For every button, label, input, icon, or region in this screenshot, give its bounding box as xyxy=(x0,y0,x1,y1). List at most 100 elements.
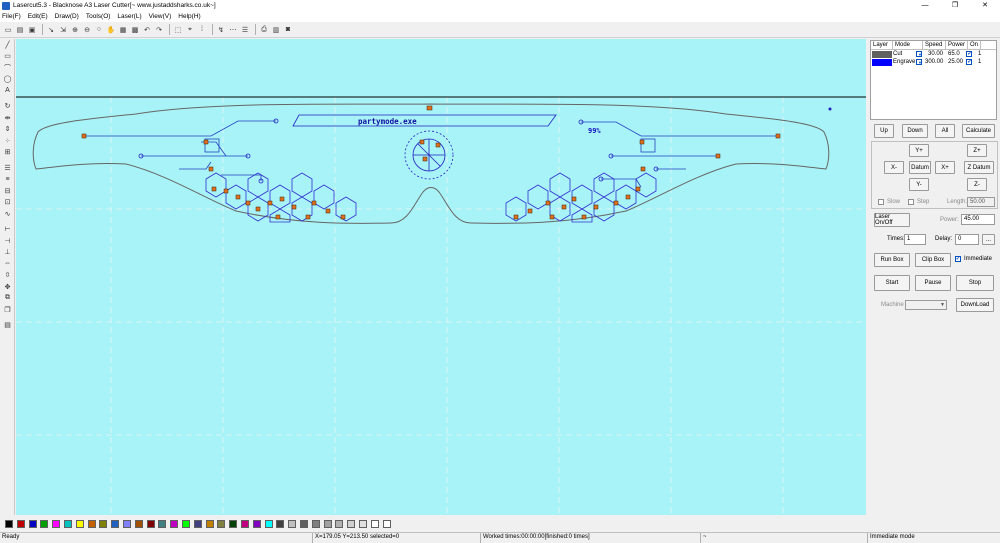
layer-row-engrave[interactable]: Engrave ▼ 300.00 25.00 ✔ 1 xyxy=(871,58,996,66)
palette-swatch[interactable] xyxy=(264,519,273,528)
save-icon[interactable]: ▣ xyxy=(27,25,37,35)
calculate-button[interactable]: Calculate xyxy=(962,124,995,138)
palette-swatch[interactable] xyxy=(181,519,190,528)
distribute-h-icon[interactable]: ⇔ xyxy=(0,258,15,270)
z-datum-button[interactable]: Z Datum xyxy=(964,161,994,174)
distribute-v-icon[interactable]: ⇳ xyxy=(0,270,15,282)
clip-box-button[interactable]: Clip Box xyxy=(915,253,951,267)
palette-swatch[interactable] xyxy=(311,519,320,528)
mirror-v-icon[interactable]: ⇕ xyxy=(0,124,15,136)
palette-swatch[interactable] xyxy=(205,519,214,528)
palette-swatch[interactable] xyxy=(276,519,285,528)
group-icon[interactable]: ⊟ xyxy=(0,185,15,197)
menu-edit[interactable]: Edit(E) xyxy=(28,13,48,20)
layer-row-cut[interactable]: Cut ▼ 30.00 65.0 ✔ 1 xyxy=(871,50,996,58)
down-button[interactable]: Down xyxy=(902,124,928,138)
ellipse-tool-icon[interactable]: ◯ xyxy=(0,74,15,86)
import-icon[interactable]: ↘ xyxy=(46,25,56,35)
palette-swatch[interactable] xyxy=(382,519,391,528)
zoom-fit-icon[interactable]: ▩ xyxy=(130,25,140,35)
menu-help[interactable]: Help(H) xyxy=(178,13,200,20)
zoom-in-icon[interactable]: ⊕ xyxy=(70,25,80,35)
palette-swatch[interactable] xyxy=(288,519,297,528)
align-bottom-icon[interactable]: ≡ xyxy=(0,174,15,186)
download-button[interactable]: DownLoad xyxy=(956,298,994,312)
cut-order-icon[interactable]: ⋯ xyxy=(228,25,238,35)
new-file-icon[interactable]: ▭ xyxy=(3,25,13,35)
camera-icon[interactable]: ◙ xyxy=(283,25,293,35)
delay-options-button[interactable]: ... xyxy=(982,234,995,245)
palette-swatch[interactable] xyxy=(370,519,379,528)
palette-swatch[interactable] xyxy=(240,519,249,528)
rotate-tool-icon[interactable]: ↻ xyxy=(0,101,15,113)
z-plus-button[interactable]: Z+ xyxy=(967,144,987,157)
zoom-page-icon[interactable]: ▦ xyxy=(118,25,128,35)
zoom-icon[interactable]: ○ xyxy=(94,25,104,35)
machine-select[interactable]: ▼ xyxy=(905,300,947,310)
mirror-h-icon[interactable]: ⇹ xyxy=(0,112,15,124)
immediate-checkbox[interactable]: ✔ xyxy=(955,256,961,262)
undo-icon[interactable]: ↶ xyxy=(142,25,152,35)
palette-swatch[interactable] xyxy=(99,519,108,528)
rectangle-tool-icon[interactable]: ▭ xyxy=(0,51,15,63)
menu-tools[interactable]: Tools(O) xyxy=(86,13,111,20)
layers-icon[interactable]: ❐ xyxy=(0,304,15,316)
array-icon[interactable]: ⁞ xyxy=(197,25,207,35)
slow-checkbox[interactable] xyxy=(878,199,884,205)
node-edit-icon[interactable]: ⌖ xyxy=(185,25,195,35)
pause-button[interactable]: Pause xyxy=(915,275,951,291)
select-icon[interactable]: ⬚ xyxy=(173,25,183,35)
print-icon[interactable]: ⎙ xyxy=(259,25,269,35)
laser-onoff-button[interactable]: Laser On/Off xyxy=(874,213,910,227)
palette-swatch[interactable] xyxy=(217,519,226,528)
palette-swatch[interactable] xyxy=(28,519,37,528)
open-file-icon[interactable]: ▤ xyxy=(15,25,25,35)
palette-swatch[interactable] xyxy=(146,519,155,528)
align-top-icon[interactable]: ☰ xyxy=(0,162,15,174)
zoom-out-icon[interactable]: ⊖ xyxy=(82,25,92,35)
x-plus-button[interactable]: X+ xyxy=(935,161,955,174)
y-plus-button[interactable]: Y+ xyxy=(909,144,929,157)
start-button[interactable]: Start xyxy=(874,275,910,291)
step-checkbox[interactable] xyxy=(908,199,914,205)
preview-icon[interactable]: ▥ xyxy=(271,25,281,35)
palette-swatch[interactable] xyxy=(347,519,356,528)
palette-swatch[interactable] xyxy=(158,519,167,528)
stop-button[interactable]: Stop xyxy=(956,275,994,291)
maximize-button[interactable]: ❐ xyxy=(940,0,970,11)
length-field[interactable]: 50.00 xyxy=(967,197,995,207)
delay-field[interactable]: 0 xyxy=(955,234,979,245)
list-icon[interactable]: ☰ xyxy=(240,25,250,35)
z-minus-button[interactable]: Z- xyxy=(967,178,987,191)
menu-laser[interactable]: Laser(L) xyxy=(117,13,141,20)
menu-file[interactable]: File(F) xyxy=(2,13,21,20)
datum-button[interactable]: Datum xyxy=(909,161,931,174)
align-center-icon[interactable]: ⊥ xyxy=(0,247,15,259)
menu-view[interactable]: View(V) xyxy=(149,13,172,20)
palette-swatch[interactable] xyxy=(87,519,96,528)
align-left-icon[interactable]: ⊢ xyxy=(0,224,15,236)
y-minus-button[interactable]: Y- xyxy=(909,178,929,191)
close-button[interactable]: ✕ xyxy=(970,0,1000,11)
laser-path-icon[interactable]: ↯ xyxy=(216,25,226,35)
palette-swatch[interactable] xyxy=(52,519,61,528)
palette-swatch[interactable] xyxy=(252,519,261,528)
menu-draw[interactable]: Draw(D) xyxy=(55,13,79,20)
palette-swatch[interactable] xyxy=(63,519,72,528)
palette-swatch[interactable] xyxy=(323,519,332,528)
palette-swatch[interactable] xyxy=(122,519,131,528)
power-field[interactable]: 45.00 xyxy=(961,214,995,225)
palette-swatch[interactable] xyxy=(229,519,238,528)
palette-swatch[interactable] xyxy=(75,519,84,528)
polyline-tool-icon[interactable]: ⌒ xyxy=(0,62,15,74)
palette-swatch[interactable] xyxy=(5,519,13,528)
minimize-button[interactable]: — xyxy=(910,0,940,11)
grid-tool-icon[interactable]: ⊞ xyxy=(0,147,15,159)
run-box-button[interactable]: Run Box xyxy=(874,253,910,267)
up-button[interactable]: Up xyxy=(874,124,894,138)
palette-swatch[interactable] xyxy=(16,519,25,528)
palette-swatch[interactable] xyxy=(111,519,120,528)
palette-swatch[interactable] xyxy=(170,519,179,528)
wave-tool-icon[interactable]: ∿ xyxy=(0,208,15,220)
export-icon[interactable]: ⇲ xyxy=(58,25,68,35)
